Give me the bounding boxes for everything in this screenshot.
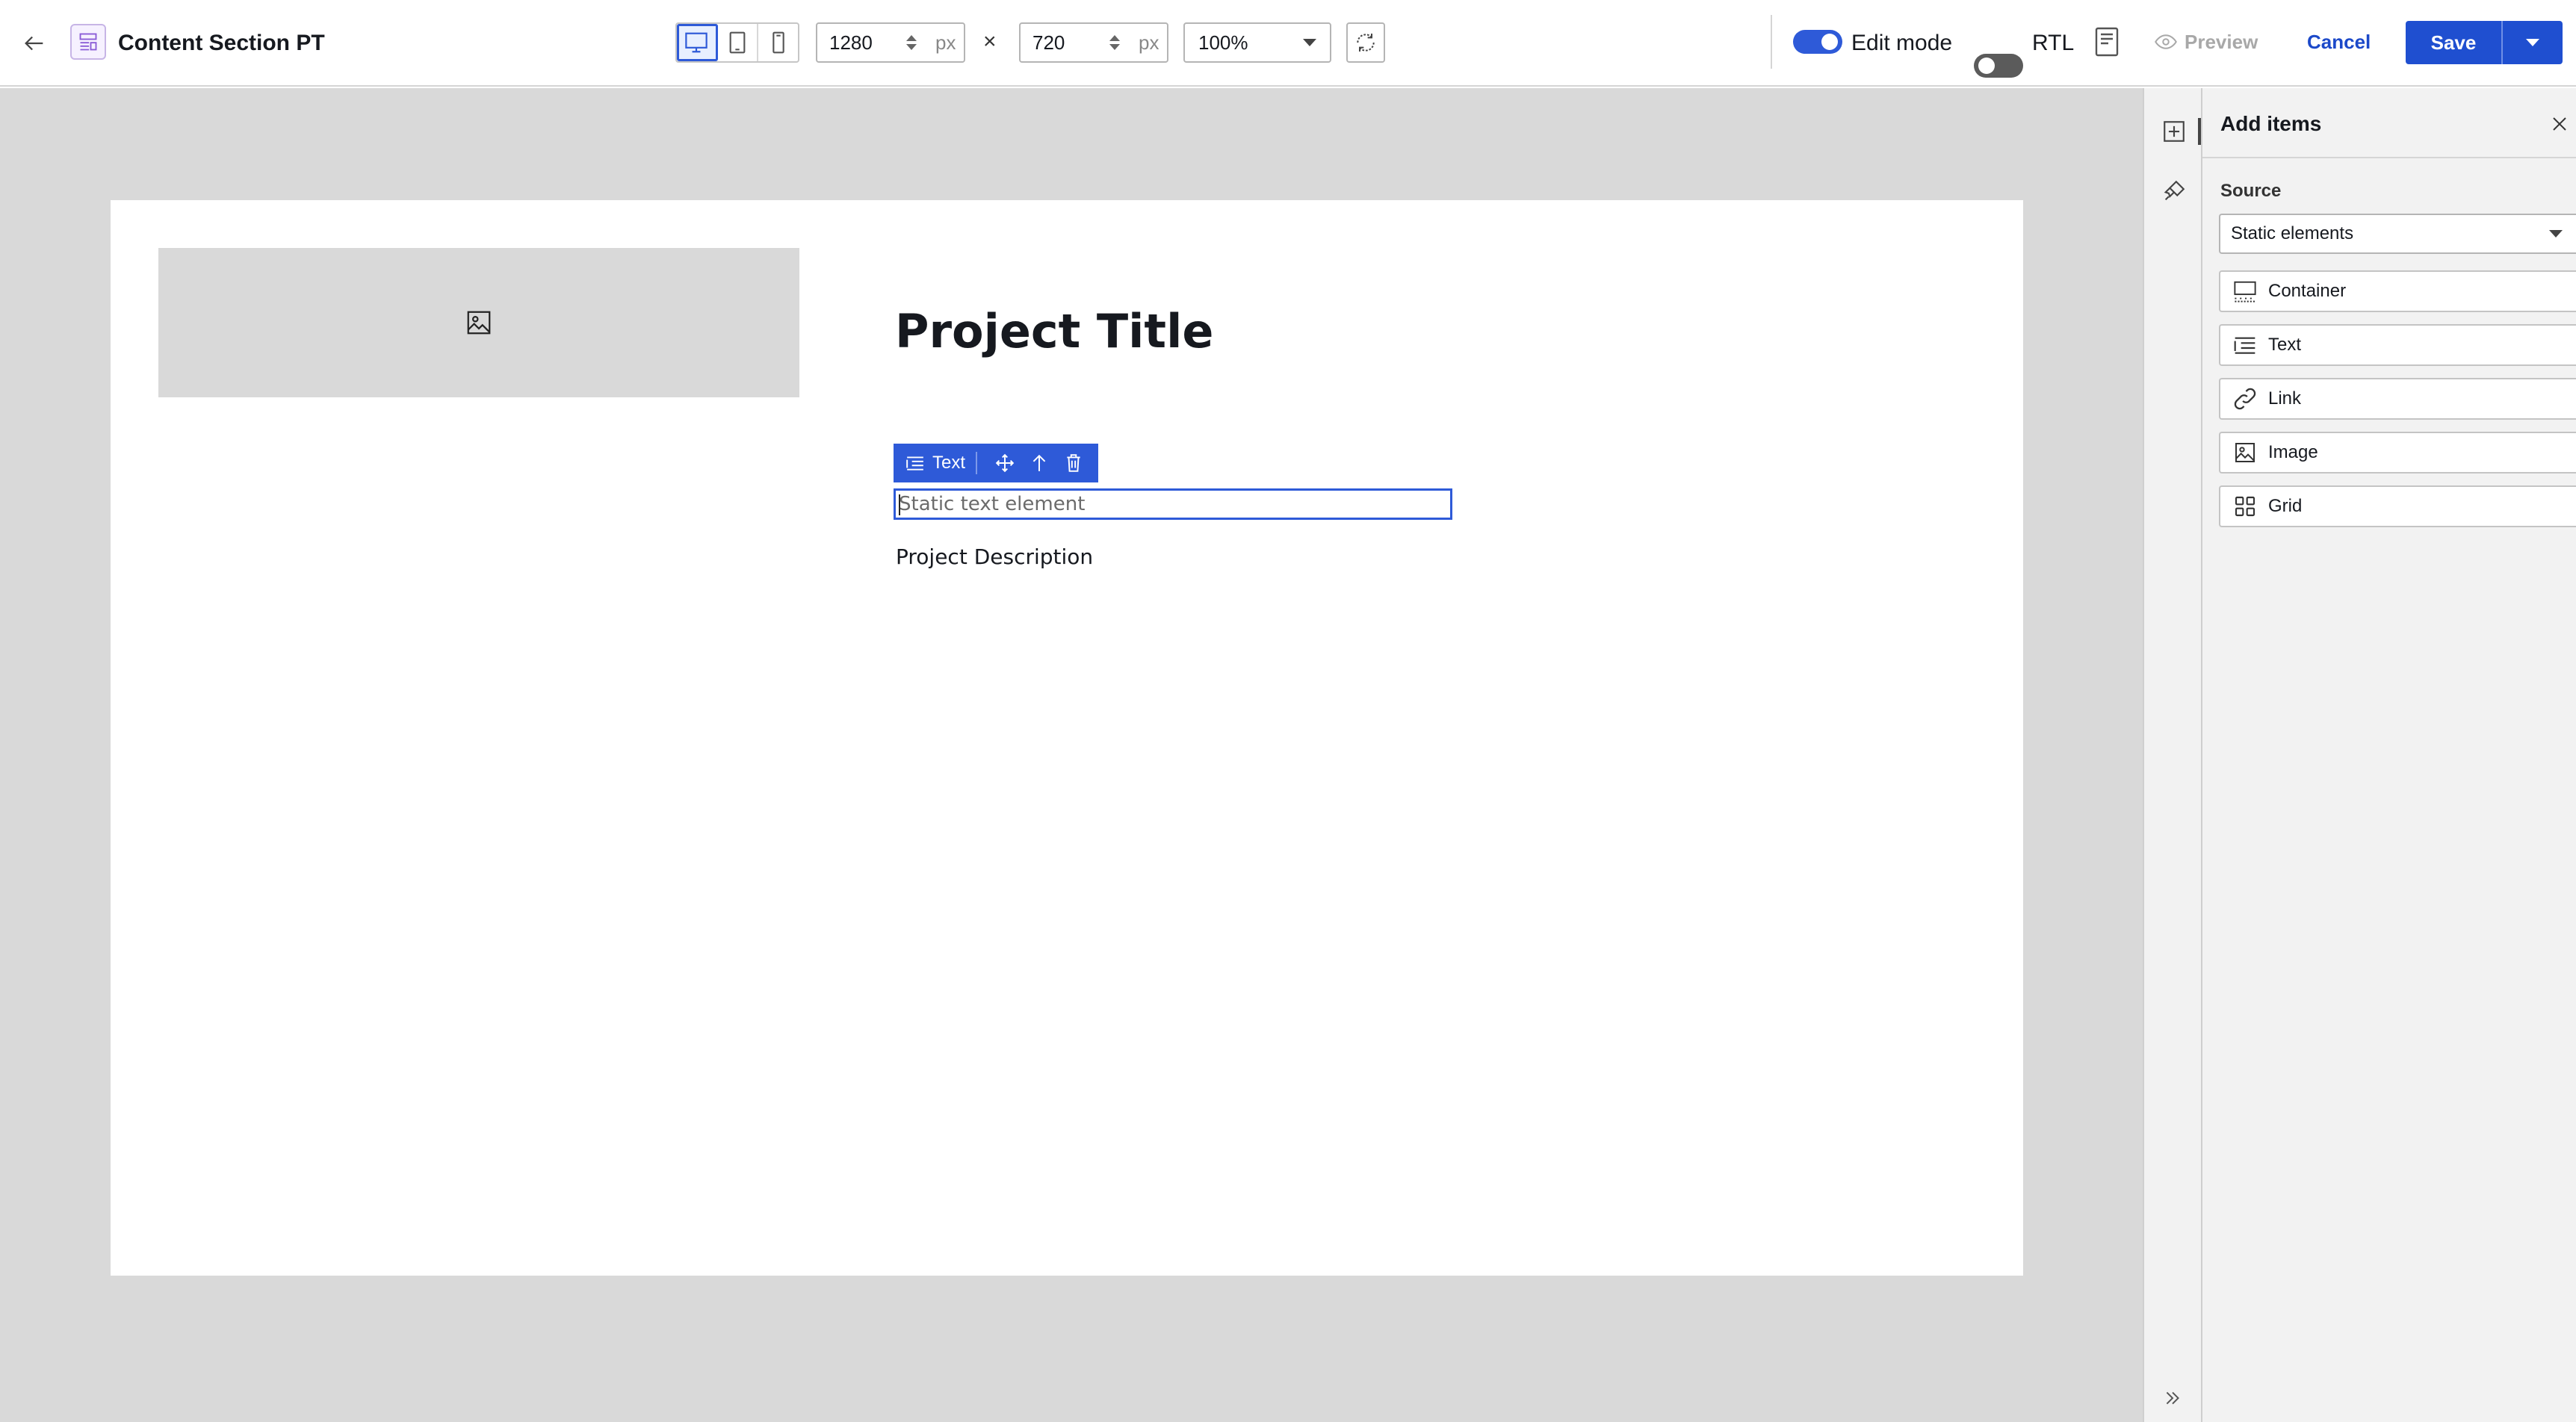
save-button[interactable]: Save bbox=[2406, 21, 2501, 64]
image-icon bbox=[467, 311, 491, 335]
rtl-toggle[interactable] bbox=[1974, 54, 2023, 78]
mobile-view-button[interactable] bbox=[758, 24, 798, 61]
width-stepper[interactable] bbox=[902, 35, 920, 50]
page-frame[interactable]: Project Title Text Static text element P… bbox=[111, 200, 2023, 1276]
caret-down-icon bbox=[2549, 230, 2563, 237]
item-image[interactable]: Image bbox=[2219, 432, 2576, 474]
side-rail bbox=[2143, 88, 2202, 1422]
container-icon bbox=[2232, 279, 2258, 304]
edit-mode-label: Edit mode bbox=[1851, 31, 1953, 55]
height-unit: px bbox=[1139, 31, 1159, 54]
preview-button[interactable]: Preview bbox=[2155, 28, 2258, 55]
save-options-button[interactable] bbox=[2503, 21, 2563, 64]
zoom-value: 100% bbox=[1198, 31, 1248, 54]
chevrons-right-icon bbox=[2166, 1391, 2179, 1405]
item-label: Image bbox=[2268, 442, 2318, 462]
top-bar: Content Section PT 1280 px × 720 px 100% bbox=[0, 0, 2576, 87]
close-panel-button[interactable] bbox=[2546, 111, 2573, 137]
item-label: Link bbox=[2268, 388, 2302, 409]
cancel-button[interactable]: Cancel bbox=[2307, 28, 2371, 55]
back-button[interactable] bbox=[16, 25, 52, 61]
grid-icon bbox=[2232, 494, 2258, 519]
document-icon[interactable] bbox=[2095, 27, 2119, 57]
trash-icon bbox=[1067, 454, 1080, 472]
active-tab-indicator bbox=[2198, 118, 2201, 145]
edit-mode-toggle[interactable] bbox=[1793, 30, 1842, 54]
document-title: Content Section PT bbox=[118, 31, 325, 55]
element-type-button[interactable]: Text bbox=[905, 453, 965, 474]
source-select[interactable]: Static elements bbox=[2219, 214, 2576, 254]
editor-canvas[interactable]: Project Title Text Static text element P… bbox=[0, 88, 2143, 1422]
paintbrush-icon bbox=[2164, 180, 2185, 201]
tablet-view-button[interactable] bbox=[718, 24, 759, 61]
image-icon bbox=[2232, 440, 2258, 465]
height-input[interactable]: 720 px bbox=[1019, 22, 1168, 63]
text-icon bbox=[2232, 332, 2258, 358]
plus-square-icon bbox=[2164, 121, 2185, 142]
caret-down-icon bbox=[1303, 39, 1316, 46]
item-container[interactable]: Container bbox=[2219, 270, 2576, 312]
item-text[interactable]: Text bbox=[2219, 324, 2576, 366]
select-parent-button[interactable] bbox=[1022, 444, 1056, 482]
style-tab[interactable] bbox=[2158, 175, 2190, 208]
image-placeholder[interactable] bbox=[158, 248, 799, 397]
width-value: 1280 bbox=[829, 31, 873, 54]
add-items-panel: Add items Source Static elements Contain… bbox=[2202, 88, 2576, 1422]
item-label: Grid bbox=[2268, 496, 2303, 516]
mobile-icon bbox=[772, 31, 784, 54]
move-button[interactable] bbox=[988, 444, 1022, 482]
arrow-left-icon bbox=[25, 36, 43, 51]
preview-label: Preview bbox=[2185, 31, 2258, 53]
toggle-knob bbox=[1978, 58, 1995, 74]
times-symbol: × bbox=[983, 29, 997, 54]
arrow-up-icon bbox=[1032, 454, 1046, 471]
link-icon bbox=[2232, 386, 2258, 412]
add-items-tab[interactable] bbox=[2158, 115, 2190, 148]
save-button-group: Save bbox=[2406, 21, 2563, 64]
content-section-icon bbox=[70, 24, 106, 60]
close-icon bbox=[2553, 117, 2566, 131]
desktop-icon bbox=[685, 32, 708, 53]
item-label: Container bbox=[2268, 281, 2347, 301]
caret-down-icon bbox=[1109, 44, 1120, 50]
items-list: Container Text Link Image Grid bbox=[2219, 270, 2576, 539]
zoom-select[interactable]: 100% bbox=[1183, 22, 1331, 63]
rtl-label: RTL bbox=[2032, 31, 2075, 55]
width-input[interactable]: 1280 px bbox=[816, 22, 965, 63]
delete-button[interactable] bbox=[1056, 444, 1091, 482]
tablet-icon bbox=[729, 31, 746, 54]
toggle-knob bbox=[1821, 34, 1838, 50]
caret-down-icon bbox=[906, 44, 917, 50]
toolbar-separator bbox=[976, 452, 978, 474]
device-selector bbox=[675, 22, 799, 63]
item-link[interactable]: Link bbox=[2219, 378, 2576, 420]
eye-icon bbox=[2155, 34, 2177, 49]
panel-title: Add items bbox=[2220, 112, 2322, 135]
move-icon bbox=[995, 453, 1015, 473]
width-unit: px bbox=[935, 31, 956, 54]
text-icon bbox=[906, 456, 923, 471]
project-title[interactable]: Project Title bbox=[895, 302, 1213, 361]
source-value: Static elements bbox=[2231, 223, 2354, 243]
height-stepper[interactable] bbox=[1106, 35, 1124, 50]
element-toolbar: Text bbox=[894, 444, 1098, 482]
expand-panel-button[interactable] bbox=[2161, 1386, 2185, 1410]
project-description[interactable]: Project Description bbox=[896, 542, 1093, 572]
static-text-content: Static text element bbox=[899, 493, 1086, 515]
height-value: 720 bbox=[1032, 31, 1065, 54]
element-type-label: Text bbox=[932, 453, 966, 473]
item-label: Text bbox=[2268, 335, 2302, 355]
toolbar-divider bbox=[1771, 15, 1772, 69]
source-label: Source bbox=[2220, 181, 2282, 201]
item-grid[interactable]: Grid bbox=[2219, 485, 2576, 527]
desktop-view-button[interactable] bbox=[677, 24, 718, 61]
rotate-icon bbox=[1357, 34, 1375, 52]
caret-up-icon bbox=[1109, 35, 1120, 41]
caret-down-icon bbox=[2526, 39, 2539, 46]
rotate-button[interactable] bbox=[1346, 22, 1385, 63]
caret-up-icon bbox=[906, 35, 917, 41]
static-text-element[interactable]: Static text element bbox=[894, 488, 1452, 520]
panel-divider bbox=[2202, 157, 2576, 158]
